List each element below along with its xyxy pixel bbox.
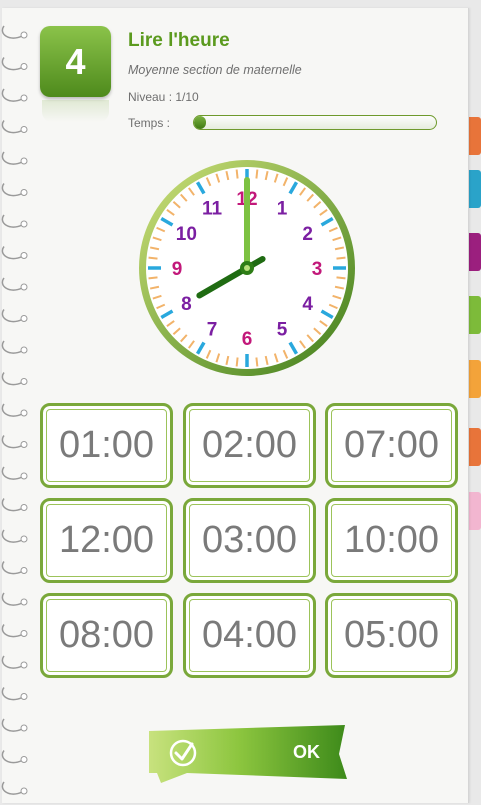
spiral-ring <box>1 120 23 134</box>
spiral-hole <box>20 157 28 165</box>
page: 4 Lire l'heure Moyenne section de matern… <box>0 0 481 805</box>
clock-number: 2 <box>302 224 313 245</box>
spiral-ring <box>1 57 23 71</box>
spiral-hole <box>20 126 28 133</box>
spiral-hole <box>20 661 28 669</box>
answer-button[interactable]: 03:00 <box>183 498 316 583</box>
clock-number: 9 <box>172 259 183 280</box>
spiral-hole <box>20 693 28 700</box>
side-tab-purple[interactable] <box>468 233 481 271</box>
side-tab-orange[interactable] <box>468 117 481 155</box>
spiral-hole <box>20 378 28 385</box>
spiral-ring <box>1 718 23 732</box>
spiral-ring <box>1 561 23 575</box>
minute-tick <box>336 276 346 280</box>
spiral-hole <box>20 787 28 795</box>
minute-tick <box>336 256 346 260</box>
page-title: Lire l'heure <box>128 30 230 51</box>
time-label: Temps : <box>128 116 171 130</box>
spiral-hole <box>20 724 28 732</box>
minute-tick <box>235 357 239 367</box>
level-indicator: Niveau : 1/10 <box>128 90 199 104</box>
clock-center-dot <box>244 265 250 271</box>
spiral-ring <box>1 750 23 764</box>
spiral-hole <box>20 94 28 102</box>
spiral-ring <box>1 435 23 449</box>
answer-button[interactable]: 07:00 <box>325 403 458 488</box>
minute-tick <box>148 276 158 280</box>
spiral-ring <box>1 624 23 638</box>
spiral-ring <box>1 151 23 165</box>
spiral-hole <box>20 630 28 637</box>
spiral-ring <box>1 498 23 512</box>
level-badge-reflection <box>42 100 109 122</box>
page-subtitle: Moyenne section de maternelle <box>128 63 302 77</box>
spiral-hole <box>20 567 28 574</box>
spiral-hole <box>20 31 28 39</box>
spiral-hole <box>20 598 28 606</box>
clock-number: 8 <box>181 294 192 315</box>
spiral-ring <box>1 309 23 323</box>
side-tab-pink[interactable] <box>468 492 481 530</box>
clock-number: 3 <box>312 259 323 280</box>
answer-button[interactable]: 08:00 <box>40 593 173 678</box>
spiral-ring <box>1 183 23 197</box>
minute-tick <box>255 169 259 179</box>
spiral-ring <box>1 277 23 291</box>
spiral-ring <box>1 25 23 39</box>
answer-button[interactable]: 04:00 <box>183 593 316 678</box>
spiral-hole <box>20 409 28 417</box>
level-number-badge: 4 <box>40 26 111 97</box>
spiral-ring <box>1 372 23 386</box>
spiral-ring <box>1 781 23 795</box>
spiral-hole <box>20 315 28 322</box>
spiral-hole <box>20 346 28 354</box>
side-tab-yellow[interactable] <box>468 360 481 398</box>
spiral-ring <box>1 214 23 228</box>
spiral-hole <box>20 504 28 511</box>
spiral-hole <box>20 220 28 228</box>
spiral-hole <box>20 63 28 70</box>
spiral-hole <box>20 189 28 196</box>
clock-number: 10 <box>176 224 197 245</box>
spiral-ring <box>1 529 23 543</box>
clock-number: 4 <box>302 294 313 315</box>
analog-clock: 121234567891011 <box>139 160 355 376</box>
side-tabs <box>468 0 481 805</box>
answer-button[interactable]: 12:00 <box>40 498 173 583</box>
spiral-ring <box>1 466 23 480</box>
spiral-hole <box>20 756 28 763</box>
minute-tick <box>148 256 158 260</box>
minute-tick <box>255 357 259 367</box>
spiral-ring <box>1 655 23 669</box>
clock-number: 5 <box>277 320 288 341</box>
spiral-ring <box>1 403 23 417</box>
clock-number: 7 <box>207 320 218 341</box>
spiral-hole <box>20 252 28 259</box>
spiral-binding <box>1 25 28 795</box>
spiral-hole <box>20 535 28 543</box>
spiral-hole <box>20 441 28 448</box>
clock-number: 6 <box>242 329 253 350</box>
minute-tick <box>235 169 239 179</box>
side-tab-green[interactable] <box>468 296 481 334</box>
clock-number: 1 <box>277 198 288 219</box>
side-tab-blue[interactable] <box>468 170 481 208</box>
answer-button[interactable]: 01:00 <box>40 403 173 488</box>
time-progress-fill <box>194 116 207 129</box>
side-tab-orange-2[interactable] <box>468 428 481 466</box>
spiral-ring <box>1 687 23 701</box>
answer-button[interactable]: 05:00 <box>325 593 458 678</box>
spiral-ring <box>1 88 23 102</box>
spiral-hole <box>20 472 28 480</box>
ok-button-label: OK <box>293 742 320 762</box>
spiral-ring <box>1 340 23 354</box>
answer-button[interactable]: 10:00 <box>325 498 458 583</box>
spiral-ring <box>1 592 23 606</box>
spiral-hole <box>20 283 28 291</box>
answer-button[interactable]: 02:00 <box>183 403 316 488</box>
spiral-ring <box>1 246 23 260</box>
time-progress-bar <box>193 115 437 130</box>
clock-number: 11 <box>202 198 223 219</box>
